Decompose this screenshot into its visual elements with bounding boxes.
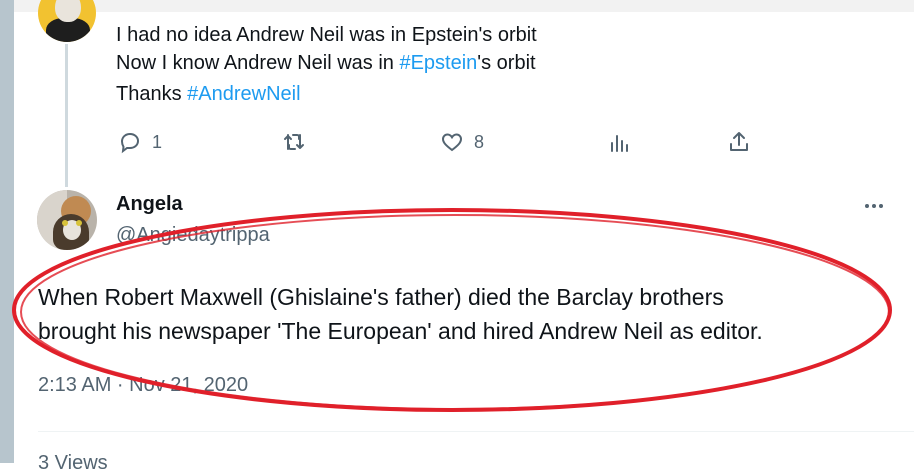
author-avatar[interactable] xyxy=(37,190,97,250)
heart-icon xyxy=(441,133,463,152)
top-strip xyxy=(14,0,914,12)
reply-text: Now I know Andrew Neil was in xyxy=(116,52,400,74)
reply-text: Thanks xyxy=(116,83,188,105)
retweet-icon xyxy=(284,134,304,150)
analytics-icon xyxy=(611,135,628,152)
reply-text: 's orbit xyxy=(477,52,536,74)
tweet-body-line-1: When Robert Maxwell (Ghislaine's father)… xyxy=(38,284,724,310)
analytics-button[interactable] xyxy=(608,128,632,156)
reply-text: I had no idea Andrew Neil was in Epstein… xyxy=(116,24,537,46)
reply-text-line-1: I had no idea Andrew Neil was in Epstein… xyxy=(116,21,537,49)
like-button[interactable]: 8 xyxy=(440,128,484,156)
more-icon xyxy=(865,204,869,208)
divider xyxy=(38,431,914,432)
reply-author-avatar[interactable] xyxy=(38,0,96,42)
page-left-edge xyxy=(0,0,14,463)
reply-icon xyxy=(120,132,140,154)
thread-connector-line xyxy=(65,44,68,187)
share-button[interactable] xyxy=(727,128,751,156)
reply-count: 1 xyxy=(152,131,163,152)
author-handle[interactable]: @Angiedaytrippa xyxy=(116,224,270,247)
hashtag-link-epstein[interactable]: #Epstein xyxy=(399,52,477,74)
share-icon xyxy=(730,132,748,151)
author-name[interactable]: Angela xyxy=(116,193,183,216)
retweet-button[interactable] xyxy=(282,128,316,156)
tweet-timestamp[interactable]: 2:13 AM · Nov 21, 2020 xyxy=(38,374,248,397)
view-count: 3 Views xyxy=(38,452,108,474)
hashtag-link-andrewneil[interactable]: #AndrewNeil xyxy=(187,83,300,105)
reply-button[interactable]: 1 xyxy=(118,128,162,156)
like-count: 8 xyxy=(474,131,485,152)
reply-text-line-3: Thanks #AndrewNeil xyxy=(116,80,301,108)
more-options-button[interactable] xyxy=(858,192,890,220)
reply-text-line-2: Now I know Andrew Neil was in #Epstein's… xyxy=(116,49,536,77)
tweet-body-line-2: brought his newspaper 'The European' and… xyxy=(38,318,763,344)
